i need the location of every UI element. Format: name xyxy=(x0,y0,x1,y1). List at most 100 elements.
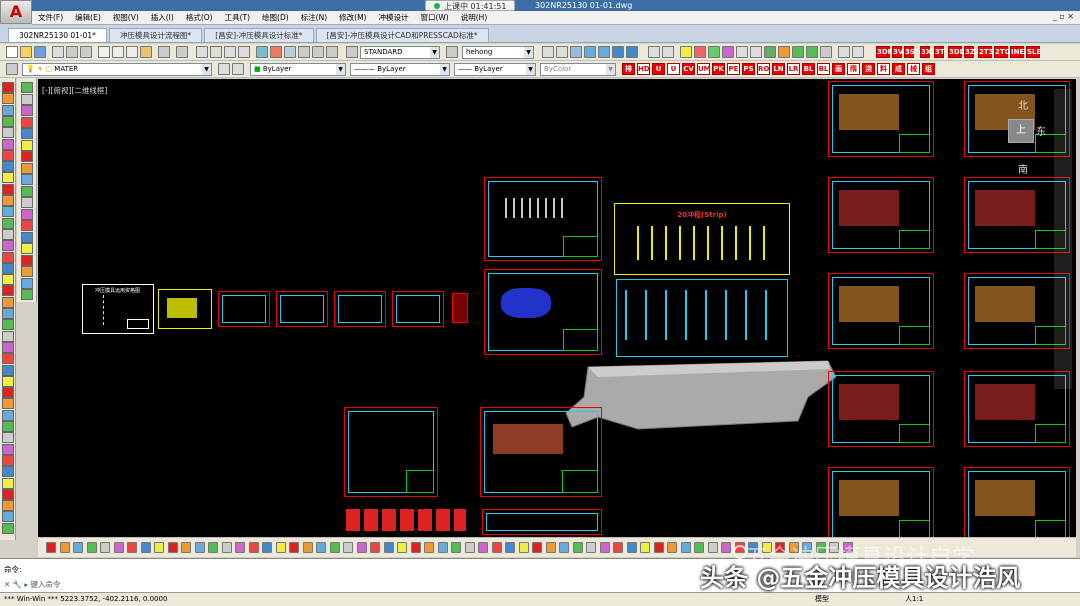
bottom-tool-icon[interactable] xyxy=(235,542,245,553)
bottom-tool-icon[interactable] xyxy=(424,542,434,553)
modify-tool-icon[interactable] xyxy=(21,243,33,254)
tab-file-3[interactable]: [昌安]-冲压模具设计标准* xyxy=(204,28,314,42)
modify-tool-icon[interactable] xyxy=(21,197,33,208)
save-icon[interactable] xyxy=(34,46,46,58)
layer-match-icon[interactable] xyxy=(838,46,850,58)
ucs-world-icon[interactable] xyxy=(662,46,674,58)
camera-icon[interactable] xyxy=(736,46,748,58)
menu-file[interactable]: 文件(F) xyxy=(38,12,63,23)
modify-tool-icon[interactable] xyxy=(21,151,33,162)
zoom-previous-icon[interactable] xyxy=(238,46,250,58)
layer-lock-icon[interactable] xyxy=(820,46,832,58)
menu-die-design[interactable]: 冲模设计 xyxy=(378,12,408,23)
bottom-tool-icon[interactable] xyxy=(640,542,650,553)
annotation-scale[interactable]: 人1:1 xyxy=(905,593,923,606)
close-icon[interactable]: ✕ 🔧 ▸ xyxy=(4,580,31,589)
mold-btn-3dd[interactable]: 3DD xyxy=(948,46,966,58)
modify-tool-icon[interactable] xyxy=(21,266,33,277)
view-se-icon[interactable] xyxy=(626,46,638,58)
bottom-tool-icon[interactable] xyxy=(451,542,461,553)
draw-tool-icon[interactable] xyxy=(2,511,14,523)
draw-tool-icon[interactable] xyxy=(2,138,14,150)
bottom-tool-icon[interactable] xyxy=(667,542,677,553)
menu-dimension[interactable]: 标注(N) xyxy=(301,12,327,23)
view-cube-icon[interactable] xyxy=(570,46,582,58)
mold-tool-6[interactable]: PK xyxy=(712,63,725,75)
draw-tool-icon[interactable] xyxy=(2,240,14,252)
redo-icon[interactable] xyxy=(176,46,188,58)
viewport-label[interactable]: [-][俯视][二维线框] xyxy=(42,85,107,96)
sheet-set-icon[interactable] xyxy=(298,46,310,58)
bottom-tool-icon[interactable] xyxy=(73,542,83,553)
bottom-tool-icon[interactable] xyxy=(167,542,178,553)
draw-tool-icon[interactable] xyxy=(2,387,14,399)
draw-tool-icon[interactable] xyxy=(2,161,14,173)
bottom-tool-icon[interactable] xyxy=(437,542,448,553)
drawing-viewport[interactable]: [-][俯视][二维线框] 冲压模具运用资格图 20冲程(Strip) 北 上 … xyxy=(38,79,1076,537)
bottom-tool-icon[interactable] xyxy=(586,542,596,553)
bottom-tool-icon[interactable] xyxy=(302,542,313,553)
cut-icon[interactable] xyxy=(98,46,110,58)
bottom-tool-icon[interactable] xyxy=(383,542,394,553)
bottom-tool-icon[interactable] xyxy=(46,542,56,553)
dim-style-select[interactable]: hehong ▼ xyxy=(462,46,534,59)
match-properties-icon[interactable] xyxy=(140,46,152,58)
bottom-tool-icon[interactable] xyxy=(518,542,529,553)
draw-tool-icon[interactable] xyxy=(2,262,14,274)
mold-tool-5[interactable]: UM xyxy=(697,63,711,75)
zoom-window-icon[interactable] xyxy=(224,46,236,58)
mold-tool-11[interactable]: LR xyxy=(787,63,800,75)
preview-icon[interactable] xyxy=(66,46,78,58)
model-tab[interactable]: 模型 xyxy=(815,593,829,606)
menu-draw[interactable]: 绘图(D) xyxy=(262,12,289,23)
modify-tool-icon[interactable] xyxy=(21,185,33,197)
tab-file-4[interactable]: [昌安]-冲压模具设计CAD和PRESSCAD标准* xyxy=(315,28,489,42)
bottom-tool-icon[interactable] xyxy=(397,542,407,553)
tab-file-2[interactable]: 冲压模具设计流程图* xyxy=(108,28,203,42)
linetype-select[interactable]: ——— ByLayer ▼ xyxy=(350,63,450,76)
menu-window[interactable]: 窗口(W) xyxy=(420,12,448,23)
bottom-tool-icon[interactable] xyxy=(505,542,515,553)
menu-edit[interactable]: 编辑(E) xyxy=(75,12,101,23)
ucs-icon[interactable] xyxy=(648,46,660,58)
mold-btn-3df[interactable]: 3DF xyxy=(876,46,892,58)
properties-icon[interactable] xyxy=(256,46,268,58)
mold-tool-19[interactable]: 械 xyxy=(907,63,920,75)
mold-tool-13[interactable]: BL xyxy=(817,63,830,75)
view-sw-icon[interactable] xyxy=(612,46,624,58)
modify-tool-icon[interactable] xyxy=(21,162,33,174)
draw-tool-icon[interactable] xyxy=(2,488,14,500)
bottom-tool-icon[interactable] xyxy=(208,542,218,553)
new-icon[interactable] xyxy=(6,46,18,58)
mold-btn-3z[interactable]: 3Z xyxy=(964,46,975,58)
bottom-tool-icon[interactable] xyxy=(370,542,380,553)
layer-select[interactable]: 💡 ☀ ▢ MATER ▼ xyxy=(22,63,212,76)
bottom-tool-icon[interactable] xyxy=(113,542,124,553)
bottom-tool-icon[interactable] xyxy=(721,542,731,553)
mold-tool-12[interactable]: BL xyxy=(802,63,815,75)
layer-iso-icon[interactable] xyxy=(778,46,790,58)
material-icon[interactable] xyxy=(722,46,734,58)
view-iso-icon[interactable] xyxy=(556,46,568,58)
paste-icon[interactable] xyxy=(126,46,138,58)
mold-tool-14[interactable]: 画 xyxy=(832,63,845,75)
bottom-tool-icon[interactable] xyxy=(680,542,691,553)
lineweight-select[interactable]: —— ByLayer ▼ xyxy=(454,63,536,76)
layer-prev-icon[interactable] xyxy=(852,46,864,58)
modify-tool-icon[interactable] xyxy=(21,93,33,105)
bottom-tool-icon[interactable] xyxy=(491,542,502,553)
bottom-tool-icon[interactable] xyxy=(707,542,718,553)
draw-tool-icon[interactable] xyxy=(2,82,14,93)
bottom-tool-icon[interactable] xyxy=(572,542,583,553)
mold-tool-2[interactable]: U xyxy=(652,63,665,75)
mold-tool-9[interactable]: RO xyxy=(757,63,770,75)
mold-tool-4[interactable]: CV xyxy=(682,63,695,75)
layer-manager-icon[interactable] xyxy=(6,63,18,75)
draw-tool-icon[interactable] xyxy=(2,398,14,410)
modify-tool-icon[interactable] xyxy=(21,289,33,300)
layer-previous-icon[interactable] xyxy=(232,63,244,75)
mold-btn-2t3[interactable]: 2T3 xyxy=(978,46,994,58)
mold-tool-10[interactable]: LN xyxy=(772,63,785,75)
bottom-tool-icon[interactable] xyxy=(464,542,475,553)
calculator-icon[interactable] xyxy=(326,46,338,58)
